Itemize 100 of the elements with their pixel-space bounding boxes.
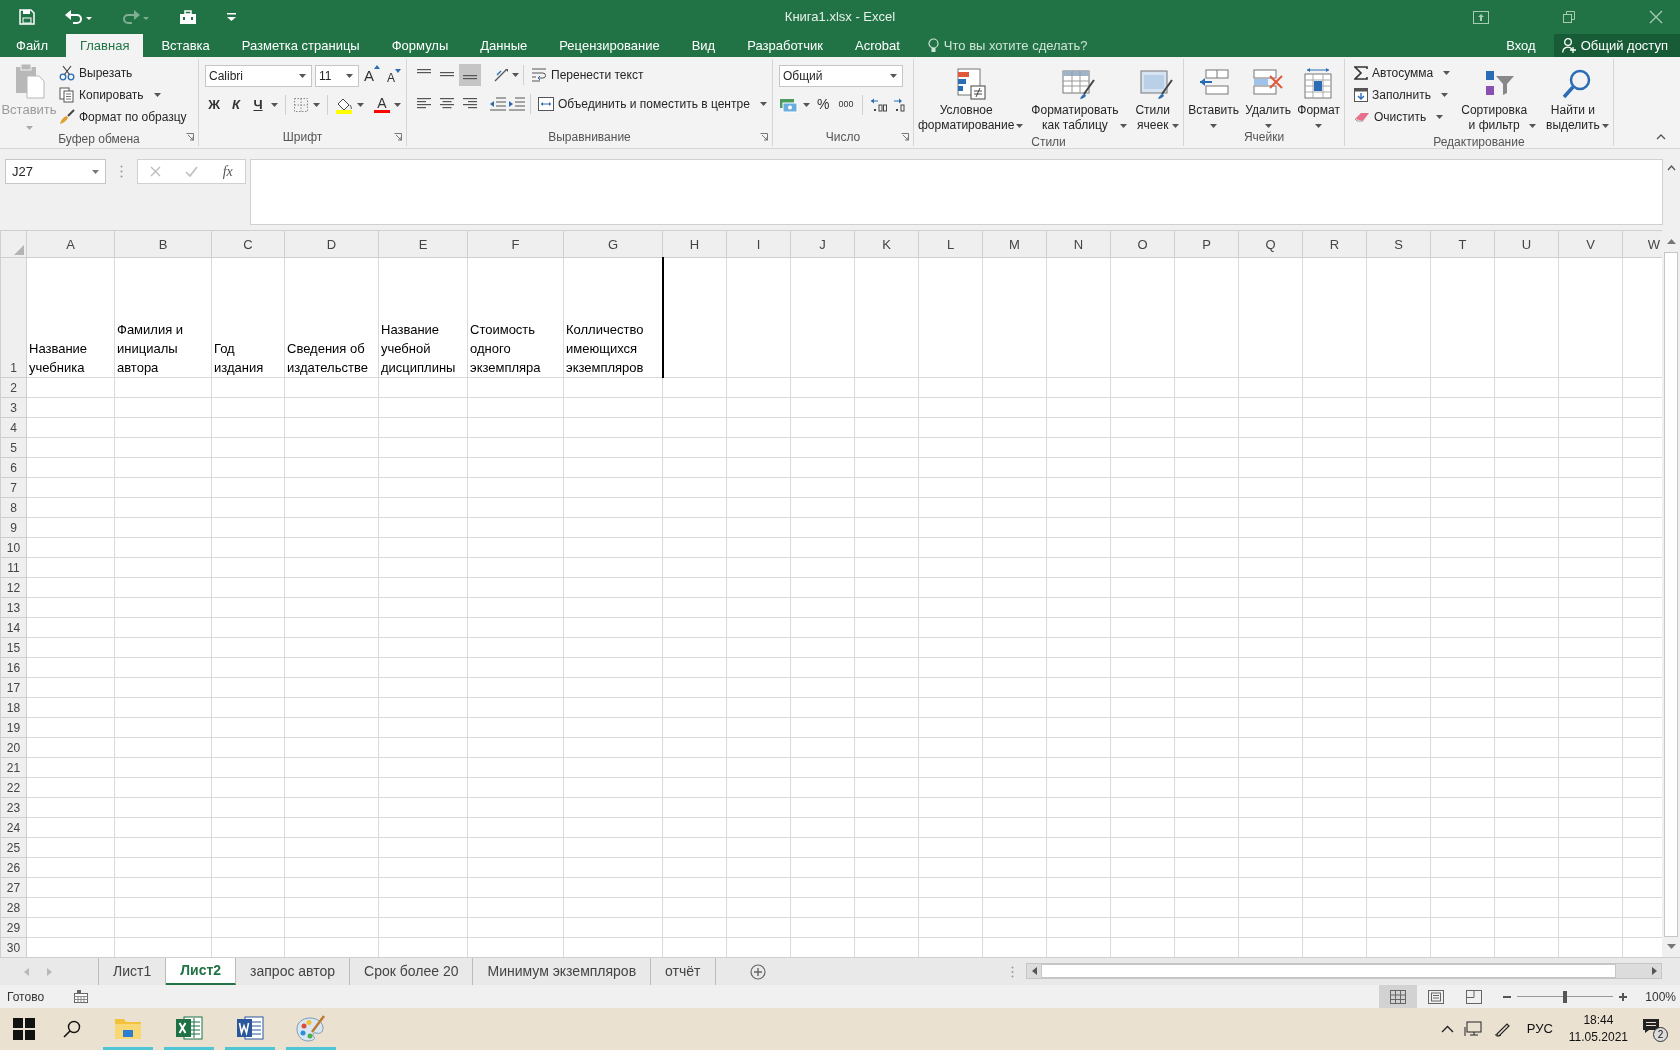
ribbon-tab[interactable]: Вид — [677, 34, 730, 57]
zoom-slider[interactable] — [1517, 990, 1614, 1003]
column-header[interactable]: B — [158, 235, 168, 253]
column-header[interactable]: H — [689, 235, 700, 253]
percent-button[interactable]: % — [814, 94, 833, 115]
language-indicator[interactable]: РУС — [1526, 1019, 1553, 1039]
borders-icon[interactable] — [293, 96, 309, 113]
column-header[interactable]: F — [511, 235, 520, 253]
row-header[interactable]: 5 — [10, 441, 17, 455]
sheet-tab[interactable]: Лист2 — [166, 958, 237, 985]
check-icon[interactable] — [185, 166, 199, 177]
scroll-up-icon[interactable] — [1666, 238, 1676, 244]
number-format-field[interactable]: Общий — [779, 65, 903, 87]
increase-indent-icon[interactable] — [508, 96, 526, 112]
column-header[interactable]: L — [946, 235, 955, 253]
find-select-button[interactable]: Найти и выделить — [1544, 63, 1611, 133]
view-button[interactable] — [1379, 985, 1418, 1008]
dialog-launcher-icon[interactable] — [394, 133, 402, 141]
column-header[interactable]: A — [66, 235, 75, 253]
font-color-button[interactable]: A — [374, 96, 390, 113]
cell-styles-button[interactable]: Стили ячеек — [1133, 63, 1181, 133]
column-header[interactable]: I — [756, 235, 761, 253]
scroll-left-icon[interactable] — [1031, 967, 1037, 975]
delete-button[interactable]: Удалить — [1243, 63, 1294, 128]
ribbon-tab[interactable]: Acrobat — [841, 34, 914, 57]
ribbon-tab[interactable]: Формулы — [377, 34, 463, 57]
notification-icon[interactable] — [1642, 1018, 1660, 1034]
zoom-in-icon[interactable] — [1619, 992, 1628, 1001]
copy-button[interactable]: Копировать — [56, 84, 190, 106]
row-header[interactable]: 3 — [10, 401, 17, 415]
clock[interactable]: 18:44 11.05.2021 — [1568, 1012, 1628, 1046]
insert-function-button[interactable]: fx — [222, 161, 233, 182]
column-header[interactable]: G — [607, 235, 619, 253]
new-sheet-icon[interactable] — [749, 963, 766, 980]
restore-icon[interactable] — [1563, 11, 1575, 23]
decrease-indent-icon[interactable] — [489, 96, 507, 112]
spreadsheet-app-icon[interactable] — [175, 1014, 203, 1041]
zoom-out-icon[interactable] — [1503, 995, 1512, 998]
network-icon[interactable] — [1463, 1021, 1482, 1037]
chevron-up-icon[interactable] — [1440, 1025, 1454, 1033]
column-header[interactable]: P — [1202, 235, 1211, 253]
search-icon[interactable] — [63, 1020, 81, 1038]
column-header[interactable]: C — [243, 235, 253, 253]
column-header[interactable]: N — [1073, 235, 1084, 253]
dialog-launcher-icon[interactable] — [760, 133, 768, 141]
text-orientation-icon[interactable] — [493, 67, 511, 83]
zoom-level[interactable]: 100% — [1645, 987, 1676, 1006]
autosum-button[interactable]: Автосумма — [1351, 62, 1454, 84]
palette-icon[interactable] — [296, 1013, 326, 1042]
ribbon-tab[interactable]: Разработчик — [733, 34, 837, 57]
scrollbar-thumb[interactable] — [1041, 964, 1616, 978]
collapse-formula-icon[interactable] — [1667, 165, 1676, 171]
merge-center-button[interactable]: Объединить и поместить в центре — [535, 93, 770, 115]
bold-button[interactable]: Ж — [205, 94, 223, 115]
scroll-right-icon[interactable] — [1651, 967, 1657, 975]
row-header[interactable]: 6 — [10, 461, 17, 475]
ribbon-tab[interactable]: Данные — [466, 34, 542, 57]
collapse-ribbon-icon[interactable] — [1656, 134, 1666, 140]
ribbon-tab[interactable]: Разметка страницы — [227, 34, 374, 57]
font-size-field[interactable]: 11 — [315, 65, 359, 88]
tell-me-field[interactable]: Что вы хотите сделать? — [943, 35, 1114, 56]
name-box[interactable]: J27 — [5, 159, 106, 184]
dialog-launcher-icon[interactable] — [186, 133, 194, 141]
fill-button[interactable]: Заполнить — [1351, 84, 1454, 106]
increase-decimal-icon[interactable] — [870, 96, 889, 113]
scroll-down-icon[interactable] — [1666, 944, 1676, 950]
column-header[interactable]: J — [819, 235, 826, 253]
column-header[interactable]: K — [882, 235, 891, 253]
row-header[interactable]: 7 — [10, 481, 17, 495]
column-header[interactable]: M — [1009, 235, 1020, 253]
grow-font-button[interactable]: A — [362, 65, 382, 88]
customize-icon[interactable] — [227, 13, 236, 21]
conditional-formatting-button[interactable]: Условное форматирование — [916, 63, 1026, 133]
sort-filter-button[interactable]: Сортировка и фильтр — [1459, 63, 1539, 133]
clear-button[interactable]: Очистить — [1351, 106, 1454, 128]
row-header[interactable]: 2 — [10, 381, 17, 395]
row-header[interactable]: 1 — [10, 361, 17, 375]
ribbon-tab[interactable]: Вставка — [147, 34, 224, 57]
column-header[interactable]: D — [326, 235, 337, 253]
share-button[interactable]: Общий доступ — [1553, 34, 1680, 57]
scrollbar-thumb[interactable] — [1664, 252, 1678, 937]
ribbon-tab[interactable]: Рецензирование — [545, 34, 674, 57]
undo-icon[interactable] — [65, 10, 92, 24]
row-header[interactable]: 8 — [10, 501, 17, 515]
dialog-launcher-icon[interactable] — [901, 133, 909, 141]
column-header[interactable]: U — [1521, 235, 1532, 253]
document-app-icon[interactable] — [236, 1014, 264, 1041]
briefcase-icon[interactable] — [179, 9, 197, 25]
row-header[interactable]: 9 — [10, 521, 17, 535]
save-icon[interactable] — [19, 9, 35, 25]
column-header[interactable]: S — [1394, 235, 1403, 253]
ribbon-display-icon[interactable] — [1473, 10, 1489, 24]
ribbon-tab[interactable]: Главная — [65, 34, 144, 57]
column-header[interactable]: O — [1137, 235, 1148, 253]
italic-button[interactable]: К — [227, 94, 245, 115]
sign-in-link[interactable]: Вход — [1488, 34, 1554, 57]
underline-button[interactable]: Ч — [249, 94, 267, 115]
macro-record-icon[interactable] — [74, 990, 89, 1003]
ribbon-tab[interactable]: Файл — [2, 34, 62, 57]
insert-button[interactable]: Вставить — [1186, 63, 1241, 128]
